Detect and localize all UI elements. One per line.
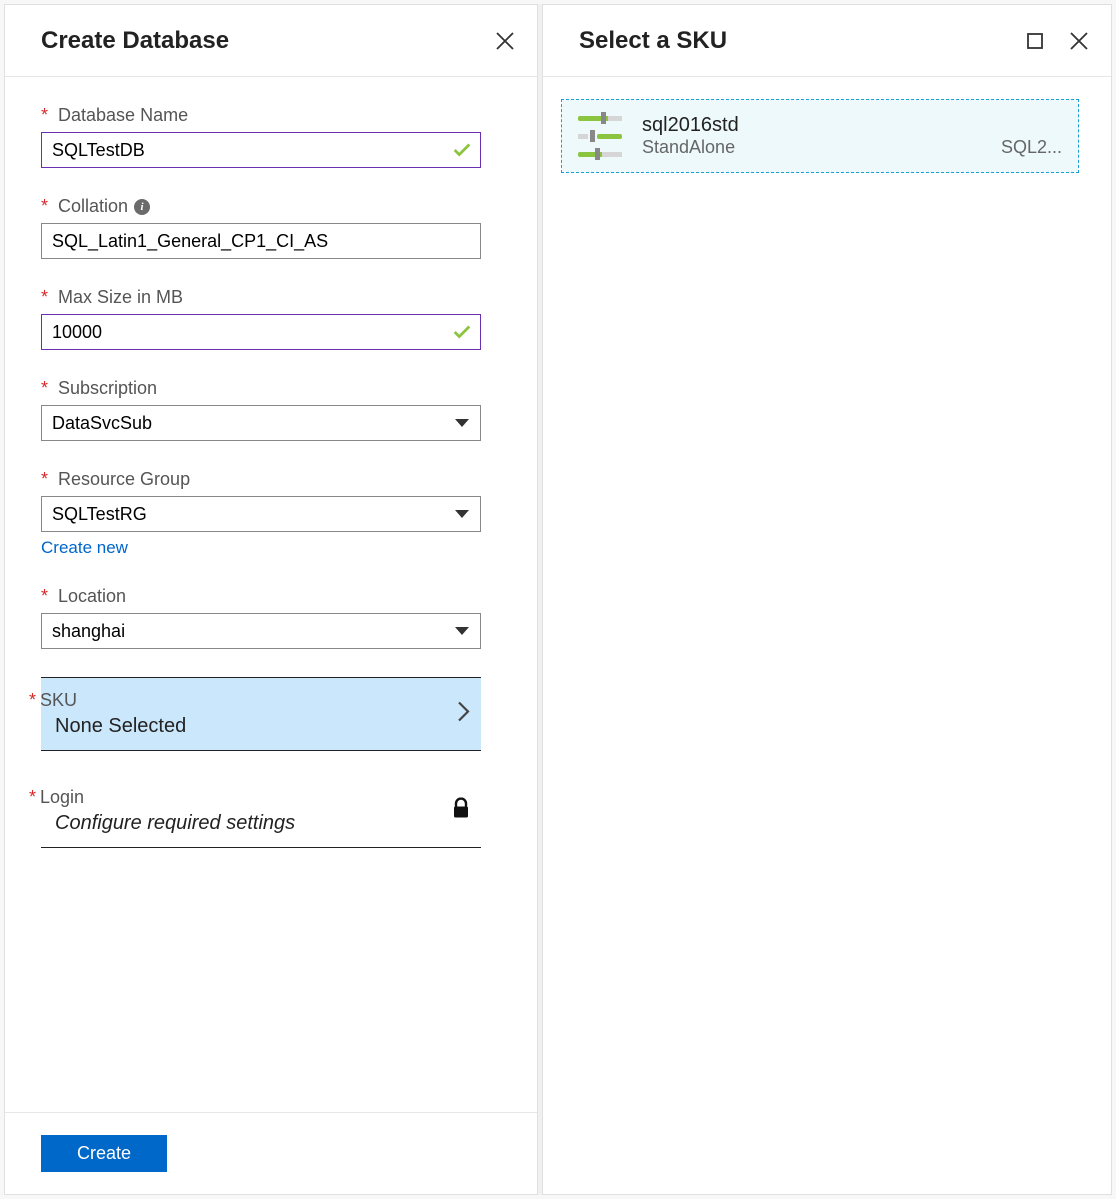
location-label: Location [58,586,126,607]
right-panel-body: sql2016std StandAlone SQL2... [543,77,1111,173]
left-panel-header: Create Database [5,5,537,77]
create-button[interactable]: Create [41,1135,167,1172]
chevron-right-icon [457,701,471,728]
collation-label: Collation [58,196,128,217]
sku-type: StandAlone [642,137,735,158]
resource-group-label: Resource Group [58,469,190,490]
left-panel-body: *Database Name * Collation i *Max Size i… [5,77,537,1112]
collation-input[interactable] [41,223,481,259]
sku-label: SKU [40,690,77,710]
database-name-field: *Database Name [41,105,501,168]
login-blade[interactable]: *Login Configure required settings [41,775,481,848]
sku-name: sql2016std [642,114,1062,137]
sliders-icon [578,114,622,158]
resource-group-select[interactable] [41,496,481,532]
collation-field: * Collation i [41,196,501,259]
resource-group-field: *Resource Group Create new [41,469,501,558]
max-size-label: Max Size in MB [58,287,183,308]
subscription-field: *Subscription [41,378,501,441]
sku-card[interactable]: sql2016std StandAlone SQL2... [561,99,1079,173]
create-database-panel: Create Database *Database Name * Collati… [4,4,538,1195]
subscription-label: Subscription [58,378,157,399]
right-panel-title: Select a SKU [579,27,727,55]
info-icon[interactable]: i [134,199,150,215]
location-select[interactable] [41,613,481,649]
login-value: Configure required settings [41,812,471,835]
right-panel-header: Select a SKU [543,5,1111,77]
left-panel-title: Create Database [41,27,229,55]
sku-blade[interactable]: *SKU None Selected [41,677,481,751]
database-name-label: Database Name [58,105,188,126]
max-size-field: *Max Size in MB [41,287,501,350]
close-icon[interactable] [1069,31,1089,51]
database-name-input[interactable] [41,132,481,168]
select-sku-panel: Select a SKU sql2016std StandAlone SQL2.… [542,4,1112,1195]
close-icon[interactable] [495,31,515,51]
create-new-link[interactable]: Create new [41,538,128,558]
sku-value: None Selected [41,715,471,738]
left-panel-footer: Create [5,1112,537,1194]
max-size-input[interactable] [41,314,481,350]
restore-icon[interactable] [1025,31,1045,51]
subscription-select[interactable] [41,405,481,441]
sku-edition: SQL2... [1001,137,1062,158]
location-field: *Location [41,586,501,649]
lock-icon [451,798,471,825]
login-label: Login [40,787,84,807]
